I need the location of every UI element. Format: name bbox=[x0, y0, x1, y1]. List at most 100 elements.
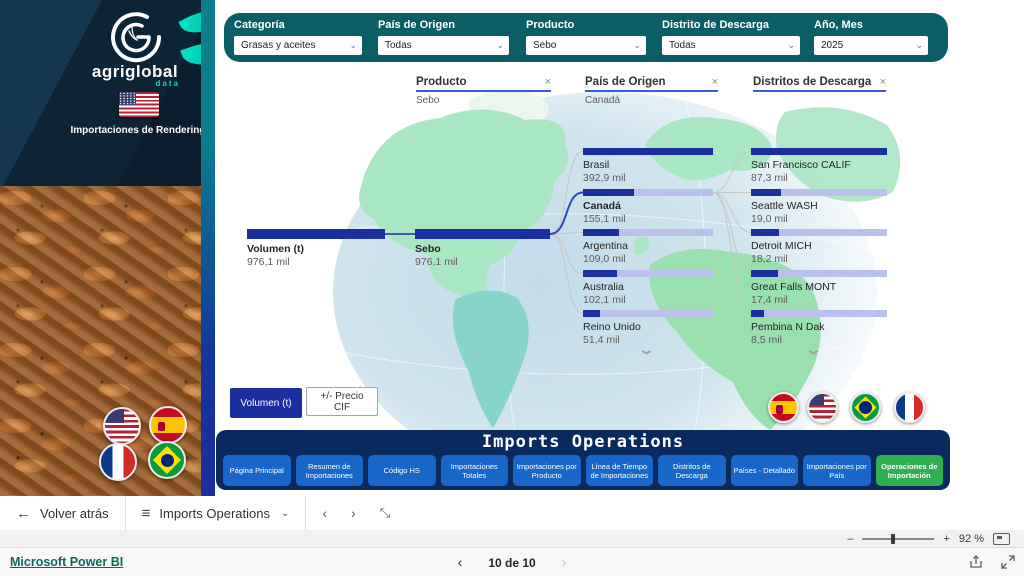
usa-flag-button[interactable] bbox=[807, 392, 838, 423]
filter-value: Sebo bbox=[533, 40, 556, 51]
nav-importaciones-producto[interactable]: Importaciones por Producto bbox=[513, 455, 581, 486]
nav-pagina-principal[interactable]: Página Principal bbox=[223, 455, 291, 486]
filter-label: Distrito de Descarga bbox=[662, 19, 800, 31]
node-value: 102,1 mil bbox=[583, 294, 713, 306]
embed-toolbar: ← Volver atrás ≡ Imports Operations ⌄ ‹ … bbox=[0, 496, 1024, 531]
node-bar bbox=[751, 189, 887, 196]
tree-header-producto: Producto × Sebo bbox=[416, 76, 551, 106]
tree-node-district[interactable]: Detroit MICH 18,2 mil bbox=[751, 229, 887, 265]
tree-header-subtitle: Canadá bbox=[585, 95, 718, 106]
chevron-down-icon: ⌄ bbox=[349, 40, 357, 51]
node-bar bbox=[751, 270, 887, 277]
close-icon[interactable]: × bbox=[712, 76, 718, 88]
brand-subtitle: data bbox=[50, 79, 180, 88]
nav-distritos-descarga[interactable]: Distritos de Descarga bbox=[658, 455, 726, 486]
node-label: Seattle WASH bbox=[751, 200, 887, 212]
tree-node-country[interactable]: Brasil 392,9 mil bbox=[583, 148, 713, 184]
tree-node-country[interactable]: Argentina 109,0 mil bbox=[583, 229, 713, 265]
tree-node-country[interactable]: Australia 102,1 mil bbox=[583, 270, 713, 306]
price-cif-toggle-button[interactable]: +/- Precio CIF bbox=[306, 387, 378, 416]
nav-codigo-hs[interactable]: Código HS bbox=[368, 455, 436, 486]
chevron-down-icon: ⌄ bbox=[281, 508, 289, 519]
node-bar bbox=[583, 148, 713, 155]
spain-flag-button[interactable] bbox=[149, 406, 187, 444]
collapse-icon[interactable]: ⤡ bbox=[380, 505, 390, 521]
zoom-slider[interactable] bbox=[862, 538, 934, 540]
scroll-more-countries-chevron[interactable]: ⌄ bbox=[638, 342, 655, 358]
tree-header-title: Producto bbox=[416, 76, 466, 88]
nav-paises-detallado[interactable]: Países - Detallado bbox=[731, 455, 799, 486]
tree-node-country-selected[interactable]: Canadá 155,1 mil bbox=[583, 189, 713, 225]
node-label: Brasil bbox=[583, 159, 713, 171]
tree-node-country[interactable]: Reino Unido 51,4 mil bbox=[583, 310, 713, 346]
node-label: Pembina N Dak bbox=[751, 321, 887, 333]
node-label: Canadá bbox=[583, 200, 713, 212]
brazil-flag-button[interactable] bbox=[148, 441, 186, 479]
brazil-flag-button[interactable] bbox=[850, 392, 881, 423]
filter-pais-origen: País de Origen Todas ⌄ bbox=[378, 19, 509, 55]
tree-node-sebo[interactable]: Sebo 976,1 mil bbox=[415, 229, 550, 268]
nav-importaciones-totales[interactable]: Importaciones Totales bbox=[441, 455, 509, 486]
close-icon[interactable]: × bbox=[880, 76, 886, 88]
next-page-arrow[interactable]: › bbox=[351, 505, 356, 521]
leaf-icon bbox=[178, 2, 201, 41]
fit-to-page-icon[interactable] bbox=[993, 533, 1010, 545]
next-page-chevron[interactable]: › bbox=[562, 554, 567, 570]
fullscreen-toggle-icon[interactable] bbox=[1000, 554, 1016, 570]
france-flag-button[interactable] bbox=[99, 443, 137, 481]
filter-dropdown-categoria[interactable]: Grasas y aceites ⌄ bbox=[234, 36, 362, 55]
page-nav-buttons: Página Principal Resumen de Importacione… bbox=[223, 455, 943, 486]
zoom-slider-thumb[interactable] bbox=[891, 534, 895, 544]
filter-label: Producto bbox=[526, 19, 646, 31]
nav-linea-tiempo[interactable]: Línea de Tiempo de Importaciones bbox=[586, 455, 654, 486]
france-flag-button[interactable] bbox=[894, 392, 925, 423]
chevron-down-icon: ⌄ bbox=[633, 40, 641, 51]
agriglobal-logo-icon bbox=[109, 10, 163, 69]
node-label: Detroit MICH bbox=[751, 240, 887, 252]
filter-value: Todas bbox=[669, 40, 696, 51]
filter-dropdown-pais-origen[interactable]: Todas ⌄ bbox=[378, 36, 509, 55]
node-label: Argentina bbox=[583, 240, 713, 252]
zoom-bar: – + 92 % bbox=[0, 530, 1024, 547]
tree-node-district[interactable]: Pembina N Dak 8,5 mil bbox=[751, 310, 887, 346]
filter-distrito: Distrito de Descarga Todas ⌄ bbox=[662, 19, 800, 55]
zoom-in-button[interactable]: + bbox=[943, 533, 949, 545]
tree-node-district[interactable]: San Francisco CALIF 87,3 mil bbox=[751, 148, 887, 184]
tree-node-root[interactable]: Volumen (t) 976,1 mil bbox=[247, 229, 385, 268]
filter-value: Todas bbox=[385, 40, 412, 51]
prev-page-chevron[interactable]: ‹ bbox=[458, 554, 463, 570]
tree-node-district[interactable]: Seattle WASH 19,0 mil bbox=[751, 189, 887, 225]
node-label: Australia bbox=[583, 281, 713, 293]
node-value: 17,4 mil bbox=[751, 294, 887, 306]
sidebar-brand-panel: agriglobal data Importaciones de Renderi… bbox=[0, 0, 201, 186]
volume-measure-button[interactable]: Volumen (t) bbox=[230, 388, 302, 418]
usa-flag-button[interactable] bbox=[103, 407, 141, 445]
node-bar bbox=[583, 270, 713, 277]
nav-operaciones-importacion[interactable]: Operaciones de Importación bbox=[876, 455, 944, 486]
filter-label: Año, Mes bbox=[814, 19, 928, 31]
filter-dropdown-producto[interactable]: Sebo ⌄ bbox=[526, 36, 646, 55]
report-selector-label: Imports Operations bbox=[159, 506, 270, 521]
node-bar bbox=[583, 310, 713, 317]
tree-node-district[interactable]: Great Falls MONT 17,4 mil bbox=[751, 270, 887, 306]
filter-dropdown-anio-mes[interactable]: 2025 ⌄ bbox=[814, 36, 928, 55]
filter-anio-mes: Año, Mes 2025 ⌄ bbox=[814, 19, 928, 55]
sidebar-accent-strip bbox=[201, 0, 215, 496]
chevron-down-icon: ⌄ bbox=[787, 40, 795, 51]
zoom-out-button[interactable]: – bbox=[847, 533, 853, 545]
node-label: San Francisco CALIF bbox=[751, 159, 887, 171]
spain-flag-button[interactable] bbox=[768, 392, 799, 423]
close-icon[interactable]: × bbox=[545, 76, 551, 88]
node-value: 976,1 mil bbox=[247, 256, 385, 268]
scroll-more-districts-chevron[interactable]: ⌄ bbox=[805, 342, 822, 358]
powerbi-report-page: agriglobal data Importaciones de Renderi… bbox=[0, 0, 1024, 576]
report-selector[interactable]: ≡ Imports Operations ⌄ bbox=[126, 496, 306, 530]
filter-dropdown-distrito[interactable]: Todas ⌄ bbox=[662, 36, 800, 55]
node-value: 109,0 mil bbox=[583, 253, 713, 265]
back-button[interactable]: ← Volver atrás bbox=[0, 496, 125, 530]
nav-importaciones-pais[interactable]: Importaciones por País bbox=[803, 455, 871, 486]
prev-page-arrow[interactable]: ‹ bbox=[322, 505, 327, 521]
nav-resumen-importaciones[interactable]: Resumen de Importaciones bbox=[296, 455, 364, 486]
node-label: Sebo bbox=[415, 243, 550, 255]
share-icon[interactable] bbox=[968, 554, 984, 570]
